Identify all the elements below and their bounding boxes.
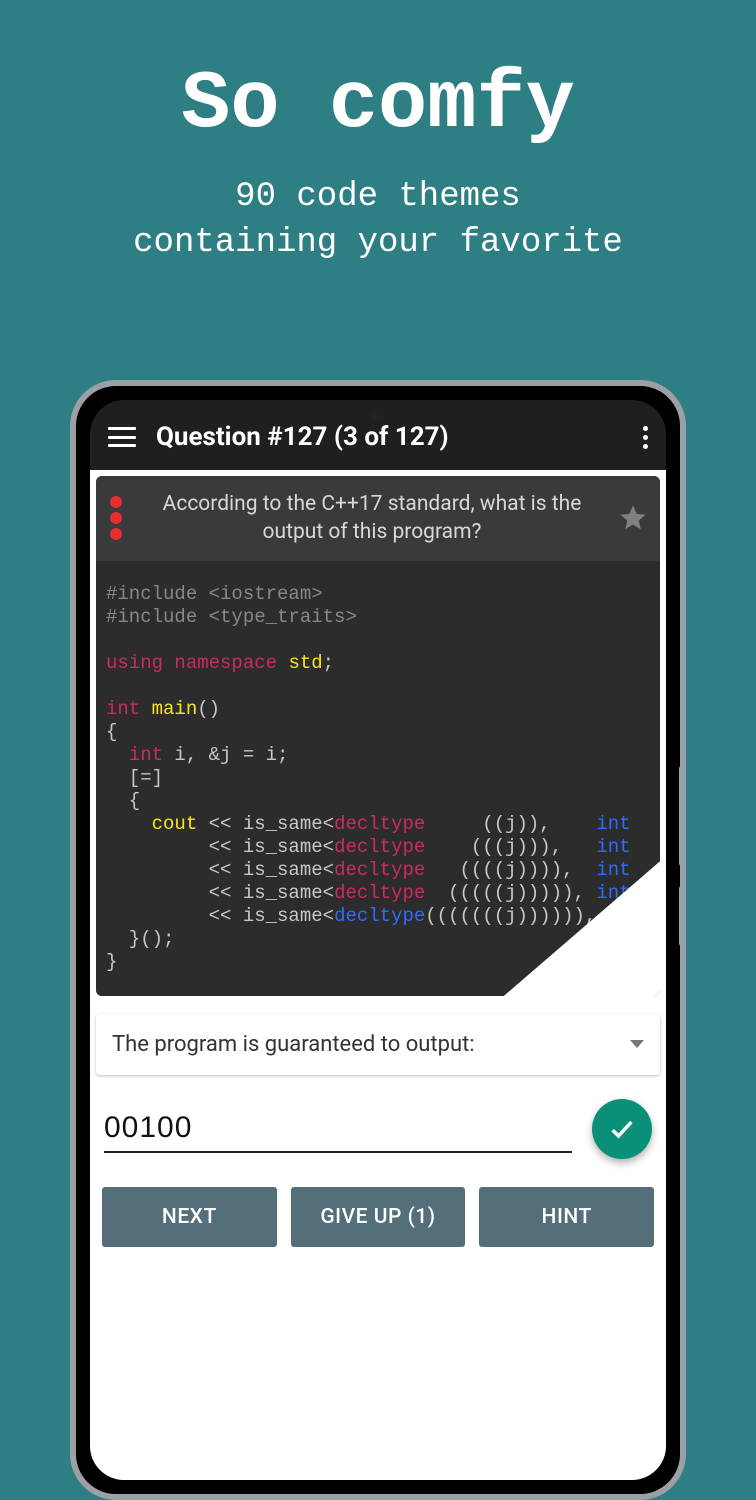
code-token: cout	[152, 813, 198, 835]
promo-title: So comfy	[0, 58, 756, 151]
give-up-button[interactable]: GIVE UP (1)	[291, 1187, 466, 1247]
code-token: int	[608, 905, 642, 927]
code-block: #include <iostream> #include <type_trait…	[96, 561, 660, 996]
promo-subtitle-line1: 90 code themes	[235, 178, 521, 216]
code-token: i, &j = i;	[163, 744, 288, 766]
promo-subtitle-line2: containing your favorite	[133, 224, 623, 262]
next-button[interactable]: NEXT	[102, 1187, 277, 1247]
code-token: main	[152, 698, 198, 720]
code-token: decltype	[334, 905, 425, 927]
promo-subtitle: 90 code themes containing your favorite	[0, 175, 756, 267]
check-icon	[608, 1115, 636, 1143]
answer-type-label: The program is guaranteed to output:	[112, 1032, 475, 1057]
phone-side-button	[679, 886, 684, 946]
question-text: According to the C++17 standard, what is…	[136, 490, 608, 547]
question-header: According to the C++17 standard, what is…	[96, 476, 660, 561]
favorite-star-icon[interactable]	[618, 503, 648, 533]
code-token: int	[106, 698, 140, 720]
code-token: using	[106, 652, 163, 674]
code-token: decltype	[334, 813, 425, 835]
submit-button[interactable]	[592, 1099, 652, 1159]
phone-side-button	[679, 766, 684, 866]
code-token: int	[596, 882, 630, 904]
app-bar: Question #127 (3 of 127)	[90, 400, 666, 470]
app-bar-title: Question #127 (3 of 127)	[156, 422, 622, 452]
answer-input-row	[90, 1075, 666, 1169]
phone-screen: Question #127 (3 of 127) According to th…	[90, 400, 666, 1480]
code-token: is_same	[243, 859, 323, 881]
code-token: is_same	[243, 905, 323, 927]
more-icon[interactable]	[642, 426, 648, 449]
hint-button[interactable]: HINT	[479, 1187, 654, 1247]
code-token: is_same	[243, 813, 323, 835]
chevron-down-icon	[630, 1040, 644, 1048]
code-token: int	[596, 859, 630, 881]
code-token: decltype	[334, 836, 425, 858]
phone-frame: Question #127 (3 of 127) According to th…	[70, 380, 686, 1500]
code-token: namespace	[174, 652, 277, 674]
code-line: #include <iostream>	[106, 583, 323, 605]
question-card: According to the C++17 standard, what is…	[96, 476, 660, 996]
content-area: According to the C++17 standard, what is…	[90, 470, 666, 1480]
difficulty-dots-icon	[106, 496, 126, 540]
code-line: #include <type_traits>	[106, 606, 357, 628]
code-token: int	[596, 836, 630, 858]
code-token: std	[288, 652, 322, 674]
code-token: is_same	[243, 836, 323, 858]
code-token: decltype	[334, 882, 425, 904]
answer-input[interactable]	[104, 1105, 572, 1153]
menu-icon[interactable]	[108, 427, 136, 447]
answer-type-dropdown[interactable]: The program is guaranteed to output:	[96, 1014, 660, 1075]
code-token: int	[596, 813, 630, 835]
code-token: int	[129, 744, 163, 766]
action-buttons-row: NEXT GIVE UP (1) HINT	[90, 1169, 666, 1265]
code-token: decltype	[334, 859, 425, 881]
code-token: is_same	[243, 882, 323, 904]
